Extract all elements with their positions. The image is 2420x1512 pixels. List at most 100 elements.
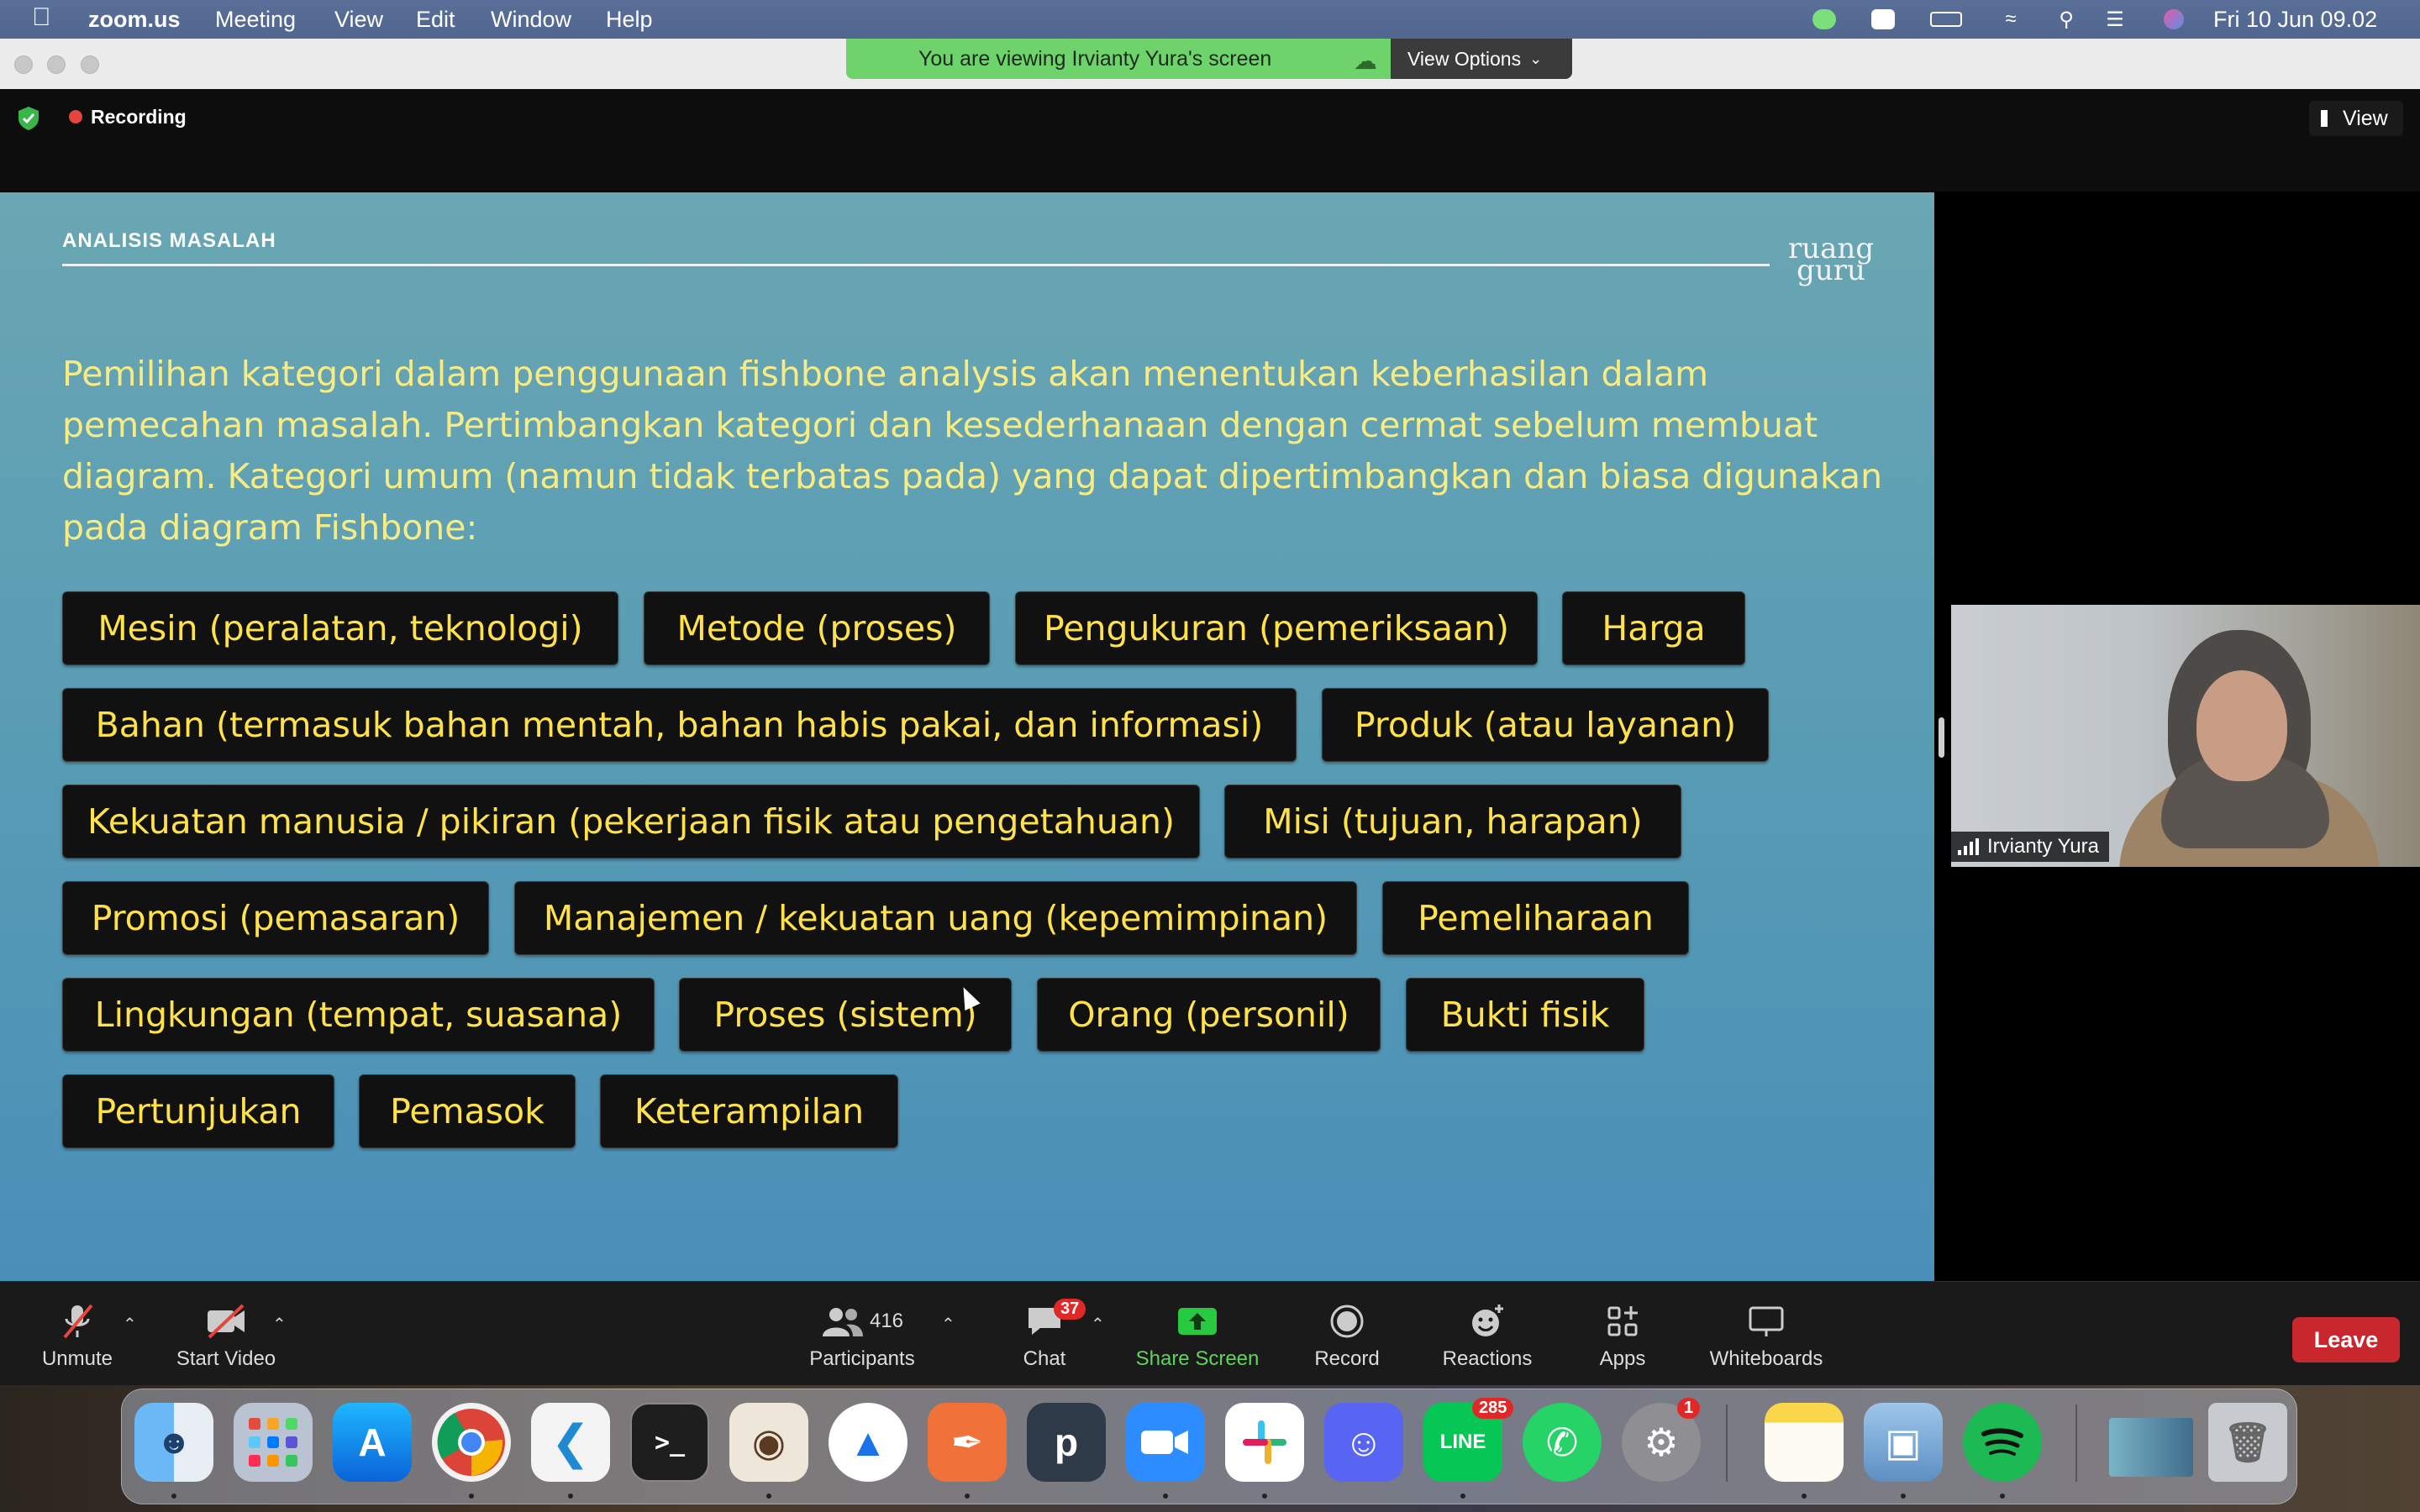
participant-video-tile[interactable] <box>1951 605 2420 867</box>
participants-label: Participants <box>809 1347 915 1370</box>
menu-help[interactable]: Help <box>606 7 653 32</box>
close-window-icon[interactable] <box>14 55 33 74</box>
dock-separator <box>1726 1404 1728 1482</box>
share-screen-button[interactable]: Share Screen <box>1129 1300 1265 1371</box>
google-drive-icon[interactable]: ▲ <box>829 1403 908 1482</box>
participants-icon: 416 <box>821 1300 903 1342</box>
menu-view[interactable]: View <box>334 7 383 32</box>
security-shield-icon[interactable] <box>17 106 40 131</box>
discord-icon[interactable]: ☺ <box>1324 1403 1403 1482</box>
slide-header-divider <box>62 264 1770 266</box>
category-chip: Pertunjukan <box>62 1074 334 1148</box>
category-chip: Bahan (termasuk bahan mentah, bahan habi… <box>62 688 1297 762</box>
category-chip: Metode (proses) <box>644 591 990 665</box>
menu-app-name[interactable]: zoom.us <box>88 7 181 32</box>
meeting-header <box>0 89 2420 192</box>
running-indicator <box>171 1494 176 1499</box>
category-chip: Lingkungan (tempat, suasana) <box>62 978 655 1052</box>
chat-options-chevron-icon[interactable]: ⌃ <box>1091 1314 1105 1335</box>
category-chip: Bukti fisik <box>1406 978 1644 1052</box>
chevron-down-icon: ⌄ <box>1529 50 1543 67</box>
preview-icon[interactable]: ▣ <box>1864 1403 1943 1482</box>
chrome-icon[interactable] <box>432 1403 511 1482</box>
running-indicator <box>568 1494 573 1499</box>
apple-menu-icon[interactable]:  <box>32 5 51 30</box>
unmute-label: Unmute <box>41 1347 113 1370</box>
app-store-icon[interactable]: A <box>333 1403 412 1482</box>
launchpad-icon[interactable] <box>234 1403 313 1482</box>
running-indicator <box>1163 1494 1168 1499</box>
microphone-muted-icon <box>58 1300 97 1342</box>
search-icon[interactable]: ⚲ <box>2054 8 2079 31</box>
recording-label[interactable]: Recording <box>91 106 187 129</box>
zoom-dock-icon[interactable] <box>1126 1403 1205 1482</box>
terminal-icon[interactable]: >_ <box>630 1403 709 1482</box>
signal-strength-icon <box>1958 838 1979 855</box>
participant-name: Irvianty Yura <box>1987 835 2099 858</box>
trash-icon[interactable]: 🗑 <box>2208 1403 2287 1482</box>
apps-button[interactable]: Apps <box>1593 1300 1652 1371</box>
slack-icon[interactable] <box>1225 1403 1304 1482</box>
menu-edit[interactable]: Edit <box>416 7 455 32</box>
audio-options-chevron-icon[interactable]: ⌃ <box>123 1314 137 1335</box>
shared-screen-slide: ANALISIS MASALAH ruang guru Pemilihan ka… <box>0 192 1934 1281</box>
menu-window[interactable]: Window <box>491 7 571 32</box>
minimize-window-icon[interactable] <box>47 55 66 74</box>
line-tray-icon[interactable] <box>1812 8 1837 31</box>
start-video-button[interactable]: Start Video <box>171 1300 281 1371</box>
pinterest-icon[interactable]: p <box>1027 1403 1106 1482</box>
reactions-icon <box>1469 1300 1506 1342</box>
sequel-ace-icon[interactable]: ◉ <box>729 1403 808 1482</box>
whiteboard-icon <box>1747 1300 1786 1342</box>
screenshot-thumbnail-icon[interactable] <box>2109 1418 2193 1477</box>
participant-face <box>2196 670 2287 781</box>
notes-icon[interactable] <box>1765 1403 1844 1482</box>
video-options-chevron-icon[interactable]: ⌃ <box>272 1314 287 1335</box>
chat-label: Chat <box>1023 1347 1066 1370</box>
record-button[interactable]: Record <box>1307 1300 1386 1371</box>
leave-meeting-button[interactable]: Leave <box>2292 1317 2400 1362</box>
zoom-window-icon[interactable] <box>81 55 99 74</box>
chat-unread-badge: 37 <box>1054 1299 1086 1320</box>
view-options-button[interactable]: View Options ⌄ <box>1391 39 1572 79</box>
zoom-tray-icon[interactable] <box>1870 8 1896 31</box>
category-chip: Mesin (peralatan, teknologi) <box>62 591 618 665</box>
view-layout-button[interactable]: View <box>2309 101 2403 136</box>
view-options-label: View Options <box>1407 47 1522 70</box>
control-center-icon[interactable]: ☰ <box>2102 8 2128 31</box>
running-indicator <box>1901 1494 1906 1499</box>
record-label: Record <box>1314 1347 1380 1370</box>
menu-meeting[interactable]: Meeting <box>215 7 296 32</box>
siri-icon[interactable] <box>2161 8 2186 31</box>
finder-icon[interactable]: ☻ <box>134 1403 213 1482</box>
battery-icon[interactable] <box>1929 8 1963 31</box>
wifi-icon[interactable]: ≈ <box>1998 8 2023 31</box>
line-unread-badge: 285 <box>1472 1398 1514 1419</box>
whiteboards-button[interactable]: Whiteboards <box>1702 1300 1830 1371</box>
running-indicator <box>2000 1494 2005 1499</box>
participant-name-tag: Irvianty Yura <box>1951 832 2109 862</box>
panel-resize-handle[interactable] <box>1939 717 1944 758</box>
category-chip: Produk (atau layanan) <box>1322 688 1769 762</box>
participants-count: 416 <box>869 1310 904 1332</box>
instruments-icon[interactable]: ✒ <box>928 1403 1007 1482</box>
whatsapp-icon[interactable]: ✆ <box>1523 1403 1602 1482</box>
record-icon <box>1328 1300 1365 1342</box>
macos-menubar:  zoom.us Meeting View Edit Window Help … <box>0 0 2420 39</box>
whiteboards-label: Whiteboards <box>1709 1347 1823 1370</box>
participants-options-chevron-icon[interactable]: ⌃ <box>941 1314 955 1335</box>
apps-icon <box>1606 1300 1639 1342</box>
vscode-icon[interactable]: ❮ <box>531 1403 610 1482</box>
menubar-datetime[interactable]: Fri 10 Jun 09.02 <box>2213 7 2377 32</box>
logo-line-2: guru <box>1797 254 1865 287</box>
category-chip: Pengukuran (pemeriksaan) <box>1015 591 1538 665</box>
category-chip: Pemasok <box>359 1074 576 1148</box>
category-chip: Pemeliharaan <box>1382 881 1689 955</box>
spotify-icon[interactable] <box>1963 1403 2042 1482</box>
cloud-icon: ☁ <box>1354 48 1377 74</box>
participants-button[interactable]: 416 Participants <box>803 1300 921 1371</box>
unmute-button[interactable]: Unmute <box>37 1300 118 1371</box>
running-indicator <box>965 1494 970 1499</box>
reactions-button[interactable]: Reactions <box>1435 1300 1539 1371</box>
reactions-label: Reactions <box>1442 1347 1533 1370</box>
